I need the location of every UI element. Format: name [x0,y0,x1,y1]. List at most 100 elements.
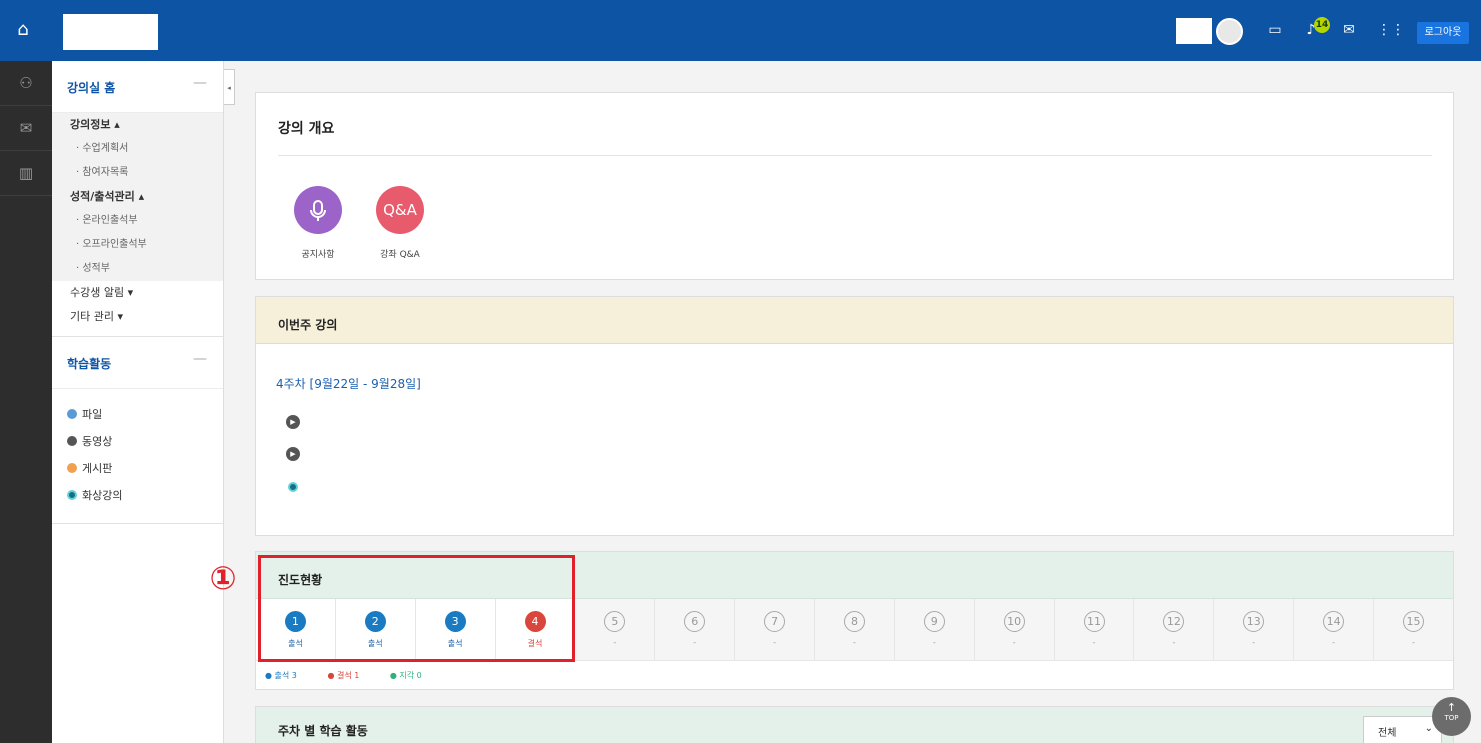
activity-video[interactable]: 동영상 [52,428,223,455]
chevron-down-icon: ⌄ [1424,723,1433,734]
logout-button[interactable]: 로그아웃 [1417,22,1469,44]
menu-grades-attendance[interactable]: 성적/출석관리 ▴ [70,185,223,209]
week-status: - [1252,638,1256,647]
week-number: 7 [764,611,786,632]
sidebar-collapse-toggle[interactable]: ◂ [224,69,235,105]
week-number: 10 [1003,611,1025,632]
menu-student-notice[interactable]: 수강생 알림 ▾ [70,281,223,305]
top-navbar: ⌂ ▭ ♪ 14 ✉ ⋮⋮ 로그아웃 [0,0,1481,61]
video-lecture-icon [67,490,77,500]
week-cell[interactable]: 15 - [1374,599,1453,660]
scroll-to-top-button[interactable]: ↑ TOP [1432,697,1471,736]
other-menu: 수강생 알림 ▾ 기타 관리 ▾ [52,281,223,329]
annotation-marker: ① [209,559,237,597]
filter-value: 전체 [1378,728,1397,739]
video-lecture-icon[interactable] [288,482,298,492]
week-status: - [853,638,856,647]
home-icon[interactable]: ⌂ [12,19,34,41]
course-info-menu: 강의정보 ▴ · 수업계획서 · 참여자목록 성적/출석관리 ▴ · 온라인출석… [52,113,223,281]
activity-label: 파일 [82,408,103,421]
overview-title: 강의 개요 [278,121,335,137]
activities-label[interactable]: 학습활동 [67,357,111,371]
week-status: - [1172,638,1176,647]
week-number: 5 [604,611,626,632]
week-cell[interactable]: 5- [575,599,656,660]
menu-offline-attendance[interactable]: · 오프라인출석부 [70,233,223,257]
course-sidebar: 강의실 홈 — 강의정보 ▴ · 수업계획서 · 참여자목록 성적/출석관리 ▴… [52,61,224,743]
week-number: 6 [684,611,706,632]
weekly-activity-card: 주차 별 학습 활동 전체 ⌄ [255,706,1454,743]
highlight-box [258,555,575,662]
week-status: - [1332,638,1336,647]
activity-video-lecture[interactable]: 화상강의 [52,482,223,509]
book-icon[interactable]: ▥ [0,151,52,196]
mail-icon[interactable]: ✉ [1339,20,1359,40]
week-link[interactable]: 4주차 [9월22일 - 9월28일] [276,375,421,392]
week-number: 14 [1323,611,1345,632]
divider [278,155,1432,156]
week-cell[interactable]: 13 - [1214,599,1295,660]
top-label: TOP [1444,714,1459,722]
collapse-icon[interactable]: — [193,351,207,367]
week-cell[interactable]: 14 - [1294,599,1375,660]
notification-badge: 14 [1314,17,1330,33]
notice-button[interactable] [294,186,342,234]
menu-online-attendance[interactable]: · 온라인출석부 [70,209,223,233]
week-number: 8 [843,611,865,632]
file-icon [67,409,77,419]
week-cell[interactable]: 10 - [974,599,1055,660]
arrow-up-icon: ↑ [1446,701,1457,714]
layout-icon[interactable]: ▭ [1265,20,1285,40]
legend-late: ● 지각 0 [389,671,422,680]
mail-icon[interactable]: ✉ [0,106,52,151]
board-icon [67,463,77,473]
menu-course-info[interactable]: 강의정보 ▴ [70,113,223,137]
course-overview-card: 강의 개요 공지사항 Q&A 강좌 Q&A [255,92,1454,280]
activity-list: 파일 동영상 게시판 화상강의 [52,389,223,524]
microphone-icon [310,199,326,221]
week-cell[interactable]: 6- [655,599,736,660]
week-cell[interactable]: 9- [894,599,975,660]
avatar[interactable] [1216,18,1243,45]
week-number: 9 [923,611,945,632]
attendance-legend: ● 출석 3 ● 결석 1 ● 지각 0 [265,670,450,681]
week-cell[interactable]: 12 - [1134,599,1215,660]
qna-label[interactable]: 강좌 Q&A [365,247,435,260]
weekly-activity-title: 주차 별 학습 활동 [278,724,368,738]
menu-participants[interactable]: · 참여자목록 [70,161,223,185]
menu-gradebook[interactable]: · 성적부 [70,257,223,281]
activity-board[interactable]: 게시판 [52,455,223,482]
week-filter-select[interactable]: 전체 ⌄ [1363,716,1442,743]
apps-grid-icon[interactable]: ⋮⋮ [1377,20,1405,40]
week-status: - [1092,638,1096,647]
legend-present: ● 출석 3 [265,671,297,680]
collapse-icon[interactable]: — [193,75,207,91]
sidebar-home-header[interactable]: 강의실 홈 — [52,61,223,113]
week-status: - [693,638,697,647]
activity-file[interactable]: 파일 [52,401,223,428]
site-logo[interactable] [63,14,158,50]
week-status: - [1012,638,1016,647]
user-name[interactable] [1176,18,1212,44]
sidebar-home-label[interactable]: 강의실 홈 [67,81,115,95]
this-week-card: 이번주 강의 4주차 [9월22일 - 9월28일] ▶ ▶ [255,296,1454,536]
users-icon[interactable]: ⚇ [0,61,52,106]
qna-button[interactable]: Q&A [376,186,424,234]
week-cell[interactable]: 8- [815,599,895,660]
activity-label: 게시판 [82,462,113,475]
week-number: 13 [1243,611,1265,632]
icon-rail: ⚇ ✉ ▥ [0,61,52,743]
menu-other-admin[interactable]: 기타 관리 ▾ [70,305,223,329]
notice-label[interactable]: 공지사항 [283,247,353,260]
this-week-title: 이번주 강의 [256,297,1453,344]
week-cell[interactable]: 7- [735,599,816,660]
play-icon[interactable]: ▶ [286,447,300,461]
activities-header[interactable]: 학습활동 — [52,337,223,389]
week-number: 12 [1163,611,1185,632]
week-cell[interactable]: 11 - [1054,599,1135,660]
menu-syllabus[interactable]: · 수업계획서 [70,137,223,161]
play-icon[interactable]: ▶ [286,415,300,429]
activities-section: 학습활동 — 파일 동영상 게시판 화상강의 [52,336,223,524]
week-number: 11 [1083,611,1105,632]
week-number: 15 [1402,611,1424,632]
